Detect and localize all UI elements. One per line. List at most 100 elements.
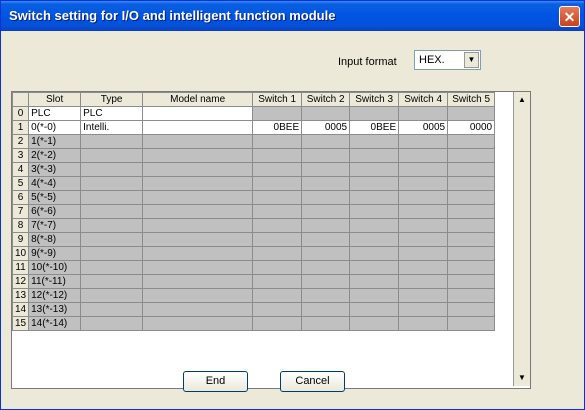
switch-1-cell: [252, 232, 303, 247]
switch-1-cell: [252, 106, 303, 121]
scroll-down-icon[interactable]: ▼: [514, 370, 530, 386]
slot-cell: 7(*-7): [28, 218, 82, 233]
input-format-select[interactable]: HEX. ▼: [414, 50, 481, 70]
type-cell: Intelli.: [80, 120, 144, 135]
switch-2-cell: [301, 134, 351, 149]
switch-5-cell: [447, 134, 496, 149]
switch-4-cell[interactable]: 0005: [398, 120, 449, 135]
row-index: 9: [12, 232, 30, 247]
switch-5-cell: [447, 260, 496, 275]
end-button[interactable]: End: [183, 371, 248, 392]
type-cell: [80, 218, 144, 233]
title-bar[interactable]: Switch setting for I/O and intelligent f…: [1, 1, 584, 31]
close-button[interactable]: ✕: [559, 6, 580, 27]
slot-cell: 9(*-9): [28, 246, 82, 261]
model-name-cell: [142, 302, 254, 317]
window-title: Switch setting for I/O and intelligent f…: [9, 8, 336, 23]
slot-cell: 2(*-2): [28, 148, 82, 163]
slot-cell: 13(*-13): [28, 302, 82, 317]
switch-5-cell: [447, 232, 496, 247]
row-index: 0: [12, 106, 30, 121]
switch-2-cell: [301, 204, 351, 219]
switch-2-cell: [301, 232, 351, 247]
switch-1-cell: [252, 274, 303, 289]
row-index: 4: [12, 162, 30, 177]
switch-3-cell: [349, 274, 400, 289]
switch-3-cell: [349, 176, 400, 191]
switch-2-cell: [301, 274, 351, 289]
model-name-cell: [142, 246, 254, 261]
row-index: 1: [12, 120, 30, 135]
scroll-up-icon[interactable]: ▲: [514, 92, 530, 108]
switch-1-cell: [252, 218, 303, 233]
switch-3-cell: [349, 148, 400, 163]
switch-2-cell[interactable]: 0005: [301, 120, 351, 135]
table-row: 1 0(*-0) Intelli. 0BEE 0005 0BEE 0005 0000: [12, 120, 496, 135]
switch-3-cell[interactable]: 0BEE: [349, 120, 400, 135]
model-name-cell: [142, 134, 254, 149]
type-cell: [80, 316, 144, 331]
dialog-content: Input format HEX. ▼ Slot Type Model name Sw…: [8, 31, 577, 401]
switch-4-cell: [398, 288, 449, 303]
slot-cell: 8(*-8): [28, 232, 82, 247]
switch-5-cell: [447, 176, 496, 191]
table-row: 4 3(*-3): [12, 162, 496, 177]
slot-cell: 3(*-3): [28, 162, 82, 177]
type-cell: [80, 260, 144, 275]
switch-3-cell: [349, 302, 400, 317]
switch-5-cell: [447, 288, 496, 303]
switch-5-cell: [447, 274, 496, 289]
slot-cell: PLC: [28, 106, 82, 121]
type-cell: [80, 246, 144, 261]
slot-cell: 10(*-10): [28, 260, 82, 275]
slot-cell: 11(*-11): [28, 274, 82, 289]
row-index: 2: [12, 134, 30, 149]
cancel-button[interactable]: Cancel: [280, 371, 345, 392]
switch-5-cell[interactable]: 0000: [447, 120, 496, 135]
switch-5-cell: [447, 106, 496, 121]
switch-3-cell: [349, 316, 400, 331]
switch-2-cell: [301, 316, 351, 331]
switch-1-cell[interactable]: 0BEE: [252, 120, 303, 135]
switch-5-cell: [447, 316, 496, 331]
switch-1-cell: [252, 176, 303, 191]
switch-2-cell: [301, 302, 351, 317]
switch-4-cell: [398, 218, 449, 233]
table-header: Slot Type Model name Switch 1 Switch 2 Switch…: [12, 92, 496, 107]
column-header: Switch 2: [301, 92, 351, 107]
switch-2-cell: [301, 176, 351, 191]
type-cell: [80, 162, 144, 177]
model-name-cell: [142, 148, 254, 163]
table-row: 8 7(*-7): [12, 218, 496, 233]
switch-1-cell: [252, 302, 303, 317]
column-header: Model name: [142, 92, 254, 107]
switch-3-cell: [349, 204, 400, 219]
model-name-cell: [142, 316, 254, 331]
switch-1-cell: [252, 246, 303, 261]
switch-3-cell: [349, 106, 400, 121]
slot-cell: 14(*-14): [28, 316, 82, 331]
model-name-cell: [142, 218, 254, 233]
switch-grid: Slot Type Model name Switch 1 Switch 2 Switch…: [11, 91, 531, 389]
chevron-down-icon[interactable]: ▼: [464, 52, 479, 68]
switch-3-cell: [349, 134, 400, 149]
slot-cell: 5(*-5): [28, 190, 82, 205]
table-row: 2 1(*-1): [12, 134, 496, 149]
switch-1-cell: [252, 148, 303, 163]
switch-5-cell: [447, 204, 496, 219]
model-name-cell: [142, 106, 254, 121]
table-row: 10 9(*-9): [12, 246, 496, 261]
switch-4-cell: [398, 204, 449, 219]
model-name-cell: [142, 274, 254, 289]
type-cell: [80, 204, 144, 219]
column-header: Type: [80, 92, 144, 107]
column-header: Switch 4: [398, 92, 449, 107]
switch-3-cell: [349, 190, 400, 205]
vertical-scrollbar[interactable]: ▲ ▼: [513, 92, 530, 386]
column-header: Slot: [28, 92, 82, 107]
model-name-cell: [142, 260, 254, 275]
switch-1-cell: [252, 134, 303, 149]
table-row: 5 4(*-4): [12, 176, 496, 191]
switch-2-cell: [301, 190, 351, 205]
table-row: 0 PLC PLC: [12, 106, 496, 121]
